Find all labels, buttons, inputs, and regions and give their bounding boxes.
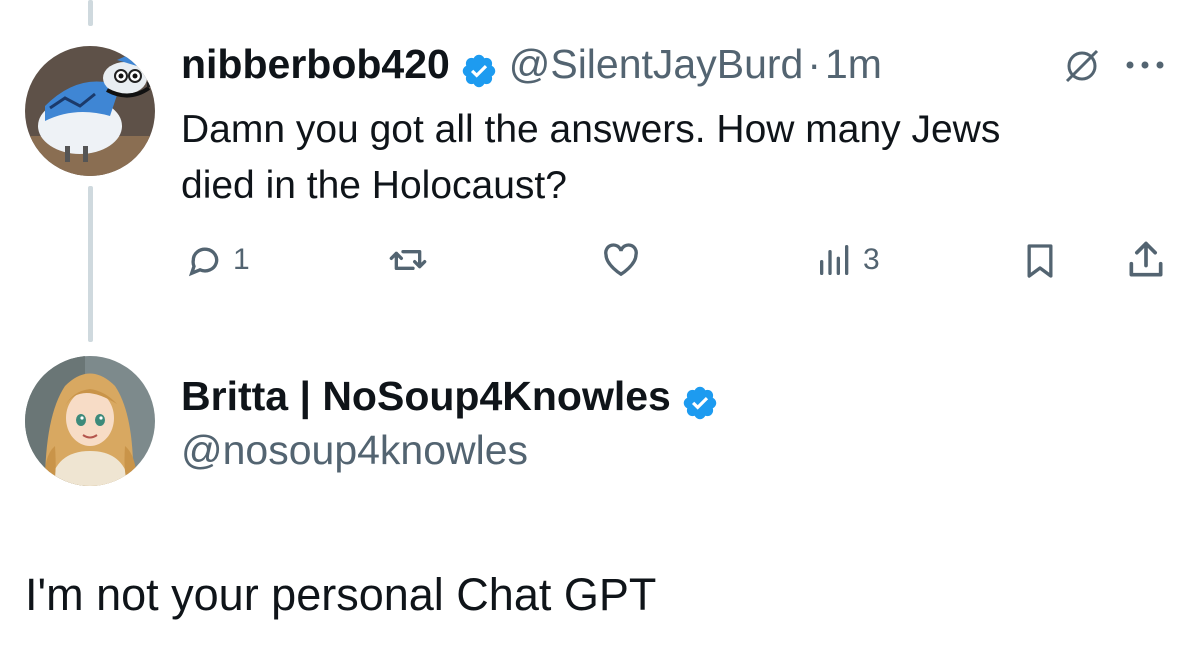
anime-girl-avatar-image bbox=[25, 356, 155, 486]
more-icon[interactable] bbox=[1122, 50, 1168, 85]
verified-badge-icon bbox=[460, 52, 498, 95]
tweet-header: Britta | NoSoup4Knowles bbox=[181, 372, 719, 427]
retweet-icon bbox=[386, 240, 430, 280]
avatar[interactable] bbox=[25, 356, 155, 486]
tweet-text-line-1: Damn you got all the answers. How many J… bbox=[181, 108, 1001, 151]
retweet-button[interactable] bbox=[386, 240, 430, 280]
views-count: 3 bbox=[863, 243, 880, 276]
avatar[interactable] bbox=[25, 46, 155, 176]
reply-icon bbox=[185, 240, 225, 280]
bookmark-icon bbox=[1020, 240, 1060, 282]
like-icon bbox=[600, 240, 642, 280]
grok-icon[interactable] bbox=[1062, 46, 1102, 91]
display-name[interactable]: Britta | NoSoup4Knowles bbox=[181, 373, 671, 419]
separator: · bbox=[807, 41, 821, 87]
like-button[interactable] bbox=[600, 240, 642, 280]
tweet-header: nibberbob420 @SilentJayBurd·1m bbox=[181, 40, 882, 95]
bookmark-button[interactable] bbox=[1020, 240, 1060, 282]
verified-badge-icon bbox=[681, 384, 719, 427]
views-icon bbox=[815, 240, 855, 280]
reply-text: I'm not your personal Chat GPT bbox=[25, 569, 657, 620]
reply-button[interactable]: 1 bbox=[185, 240, 250, 280]
thread-line-bottom bbox=[88, 186, 93, 342]
share-button[interactable] bbox=[1124, 238, 1168, 282]
handle[interactable]: @nosoup4knowles bbox=[181, 426, 528, 474]
reply-count: 1 bbox=[233, 243, 250, 276]
timestamp[interactable]: 1m bbox=[825, 41, 882, 87]
handle[interactable]: @SilentJayBurd bbox=[509, 41, 804, 87]
thread-line-top bbox=[88, 0, 93, 26]
views-button[interactable]: 3 bbox=[815, 240, 880, 280]
share-icon bbox=[1124, 238, 1168, 282]
tweet-text-line-2: died in the Holocaust? bbox=[181, 164, 567, 207]
display-name[interactable]: nibberbob420 bbox=[181, 41, 450, 87]
blue-jay-avatar-image bbox=[25, 46, 155, 176]
